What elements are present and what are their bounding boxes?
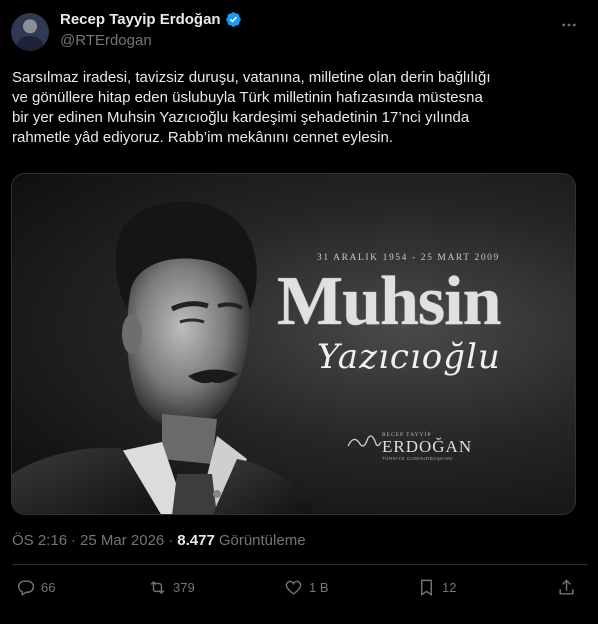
verified-badge-icon bbox=[225, 12, 241, 27]
bookmark-count: 12 bbox=[442, 580, 457, 595]
memorial-subtitle: Yazıcıoğlu bbox=[317, 337, 501, 377]
divider bbox=[12, 564, 588, 565]
views-label: Görüntüleme bbox=[218, 532, 306, 549]
like-button[interactable]: 1 B bbox=[284, 578, 329, 597]
repost-button[interactable]: 379 bbox=[148, 578, 195, 597]
tweet-meta: ÖS 2:16 · 25 Mar 2026 · 8.477 Görüntülem… bbox=[12, 532, 306, 549]
author-handle[interactable]: @RTErdogan bbox=[60, 32, 152, 49]
reply-icon bbox=[17, 580, 35, 596]
tweet-date[interactable]: 25 Mar 2026 bbox=[80, 532, 164, 549]
signature-mark bbox=[347, 435, 382, 447]
views-count: 8.477 bbox=[177, 532, 215, 549]
portrait-illustration bbox=[12, 201, 312, 514]
meta-separator: · bbox=[168, 532, 174, 549]
tweet-image[interactable]: 31 ARALIK 1954 - 25 MART 2009 Muhsin Yaz… bbox=[11, 173, 576, 515]
share-icon bbox=[559, 579, 574, 595]
brand-logo: RECEP TAYYİP ERDOĞAN TÜRKİYE CUMHURBAŞKA… bbox=[382, 432, 472, 461]
like-count: 1 B bbox=[309, 580, 329, 595]
brand-sub-text: TÜRKİYE CUMHURBAŞKANI bbox=[382, 456, 453, 461]
repost-icon bbox=[150, 580, 165, 595]
more-dots-icon bbox=[562, 23, 576, 27]
tweet-time[interactable]: ÖS 2:16 bbox=[12, 532, 67, 549]
author-name-row: Recep Tayyip Erdoğan bbox=[60, 11, 242, 28]
brand-main-text: ERDOĞAN bbox=[382, 437, 473, 456]
action-bar: 66 379 1 B 12 bbox=[0, 578, 598, 608]
bookmark-button[interactable]: 12 bbox=[417, 578, 456, 597]
share-button[interactable] bbox=[557, 578, 576, 597]
reply-button[interactable]: 66 bbox=[16, 578, 55, 597]
memorial-title: Muhsin bbox=[277, 263, 502, 340]
avatar[interactable] bbox=[11, 13, 49, 51]
heart-icon bbox=[285, 580, 302, 595]
reply-count: 66 bbox=[41, 580, 56, 595]
bookmark-icon bbox=[421, 579, 432, 596]
meta-separator: · bbox=[71, 532, 77, 549]
author-name[interactable]: Recep Tayyip Erdoğan bbox=[60, 11, 221, 28]
repost-count: 379 bbox=[173, 580, 195, 595]
tweet-card[interactable]: Recep Tayyip Erdoğan @RTErdogan Sarsılma… bbox=[0, 0, 598, 624]
more-options-button[interactable] bbox=[558, 14, 580, 36]
tweet-text: Sarsılmaz iradesi, tavizsiz duruşu, vata… bbox=[12, 69, 491, 146]
